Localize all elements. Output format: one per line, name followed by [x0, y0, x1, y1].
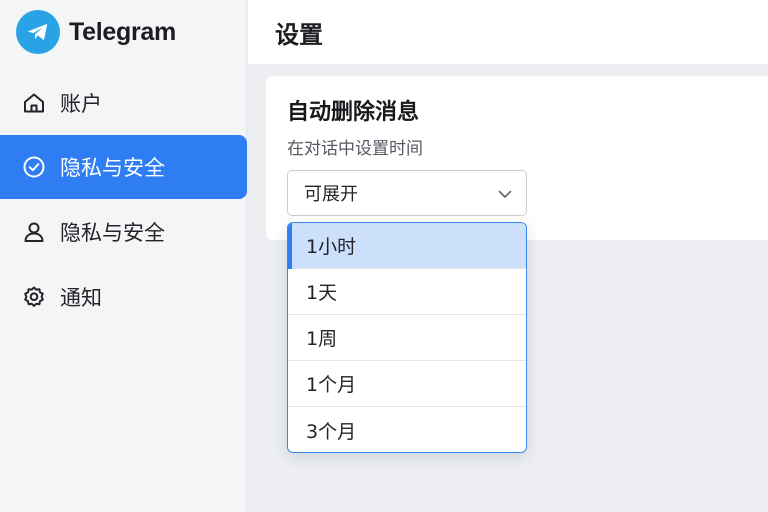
page-title: 设置 [248, 0, 768, 64]
dropdown-option-1-day[interactable]: 1天 [288, 269, 526, 315]
sidebar-item-privacy[interactable]: 隐私与安全 [0, 135, 247, 199]
sidebar: Telegram 账户 隐私与安全 隐私与安全 通知 [0, 0, 247, 512]
sidebar-item-label: 通知 [60, 286, 102, 310]
auto-delete-dropdown: 1小时 1天 1周 1个月 3个月 [287, 222, 527, 453]
dropdown-option-3-months[interactable]: 3个月 [288, 407, 526, 452]
dropdown-option-1-week[interactable]: 1周 [288, 315, 526, 361]
sidebar-item-label: 账户 [60, 92, 102, 116]
auto-delete-select[interactable]: 可展开 [287, 170, 527, 216]
auto-delete-card: 自动删除消息 在对话中设置时间 可展开 [266, 76, 768, 240]
telegram-logo-icon [16, 10, 60, 54]
select-value: 可展开 [304, 184, 358, 205]
brand: Telegram [16, 10, 176, 54]
sidebar-item-privacy-2[interactable]: 隐私与安全 [0, 200, 247, 264]
dropdown-option-1-month[interactable]: 1个月 [288, 361, 526, 407]
sidebar-item-account[interactable]: 账户 [0, 71, 247, 135]
option-label: 1周 [306, 328, 338, 350]
app-name: Telegram [69, 17, 176, 46]
option-label: 1小时 [306, 236, 357, 258]
sidebar-item-notifications[interactable]: 通知 [0, 265, 247, 329]
chevron-down-icon [496, 185, 514, 203]
option-label: 1个月 [306, 374, 357, 396]
option-label: 1天 [306, 282, 338, 304]
card-description: 在对话中设置时间 [287, 139, 423, 159]
user-icon [20, 218, 48, 246]
check-circle-icon [20, 153, 48, 181]
option-label: 3个月 [306, 420, 357, 443]
gear-icon [20, 283, 48, 311]
dropdown-option-1-hour[interactable]: 1小时 [288, 223, 526, 269]
sidebar-item-label: 隐私与安全 [60, 221, 165, 245]
sidebar-item-label: 隐私与安全 [60, 156, 165, 180]
home-icon [20, 89, 48, 117]
card-title: 自动删除消息 [287, 100, 420, 125]
